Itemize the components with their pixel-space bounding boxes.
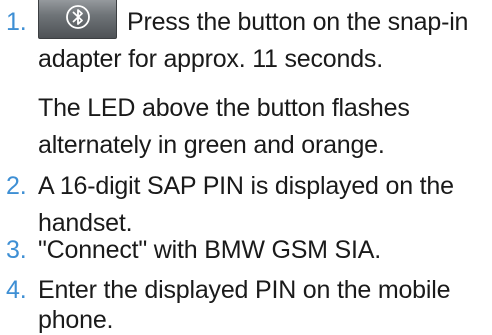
step-number: 4. — [6, 276, 27, 304]
step-number: 2. — [6, 172, 27, 200]
step-1-note: The LED above the button flashes alterna… — [38, 94, 410, 159]
instruction-list: 1. Press the button on the snap-in adapt… — [0, 0, 492, 334]
step-2-text: A 16-digit SAP PIN is displayed on the h… — [38, 172, 454, 237]
bluetooth-icon — [66, 5, 90, 29]
step-number: 3. — [6, 236, 27, 264]
step-number: 1. — [6, 8, 27, 36]
bluetooth-button-icon — [38, 0, 117, 39]
step-3-text: "Connect" with BMW GSM SIA. — [38, 236, 381, 264]
step-text: Press the button on the snap-in adapter … — [38, 0, 478, 78]
step-4-text: Enter the displayed PIN on the mobile ph… — [38, 276, 451, 334]
